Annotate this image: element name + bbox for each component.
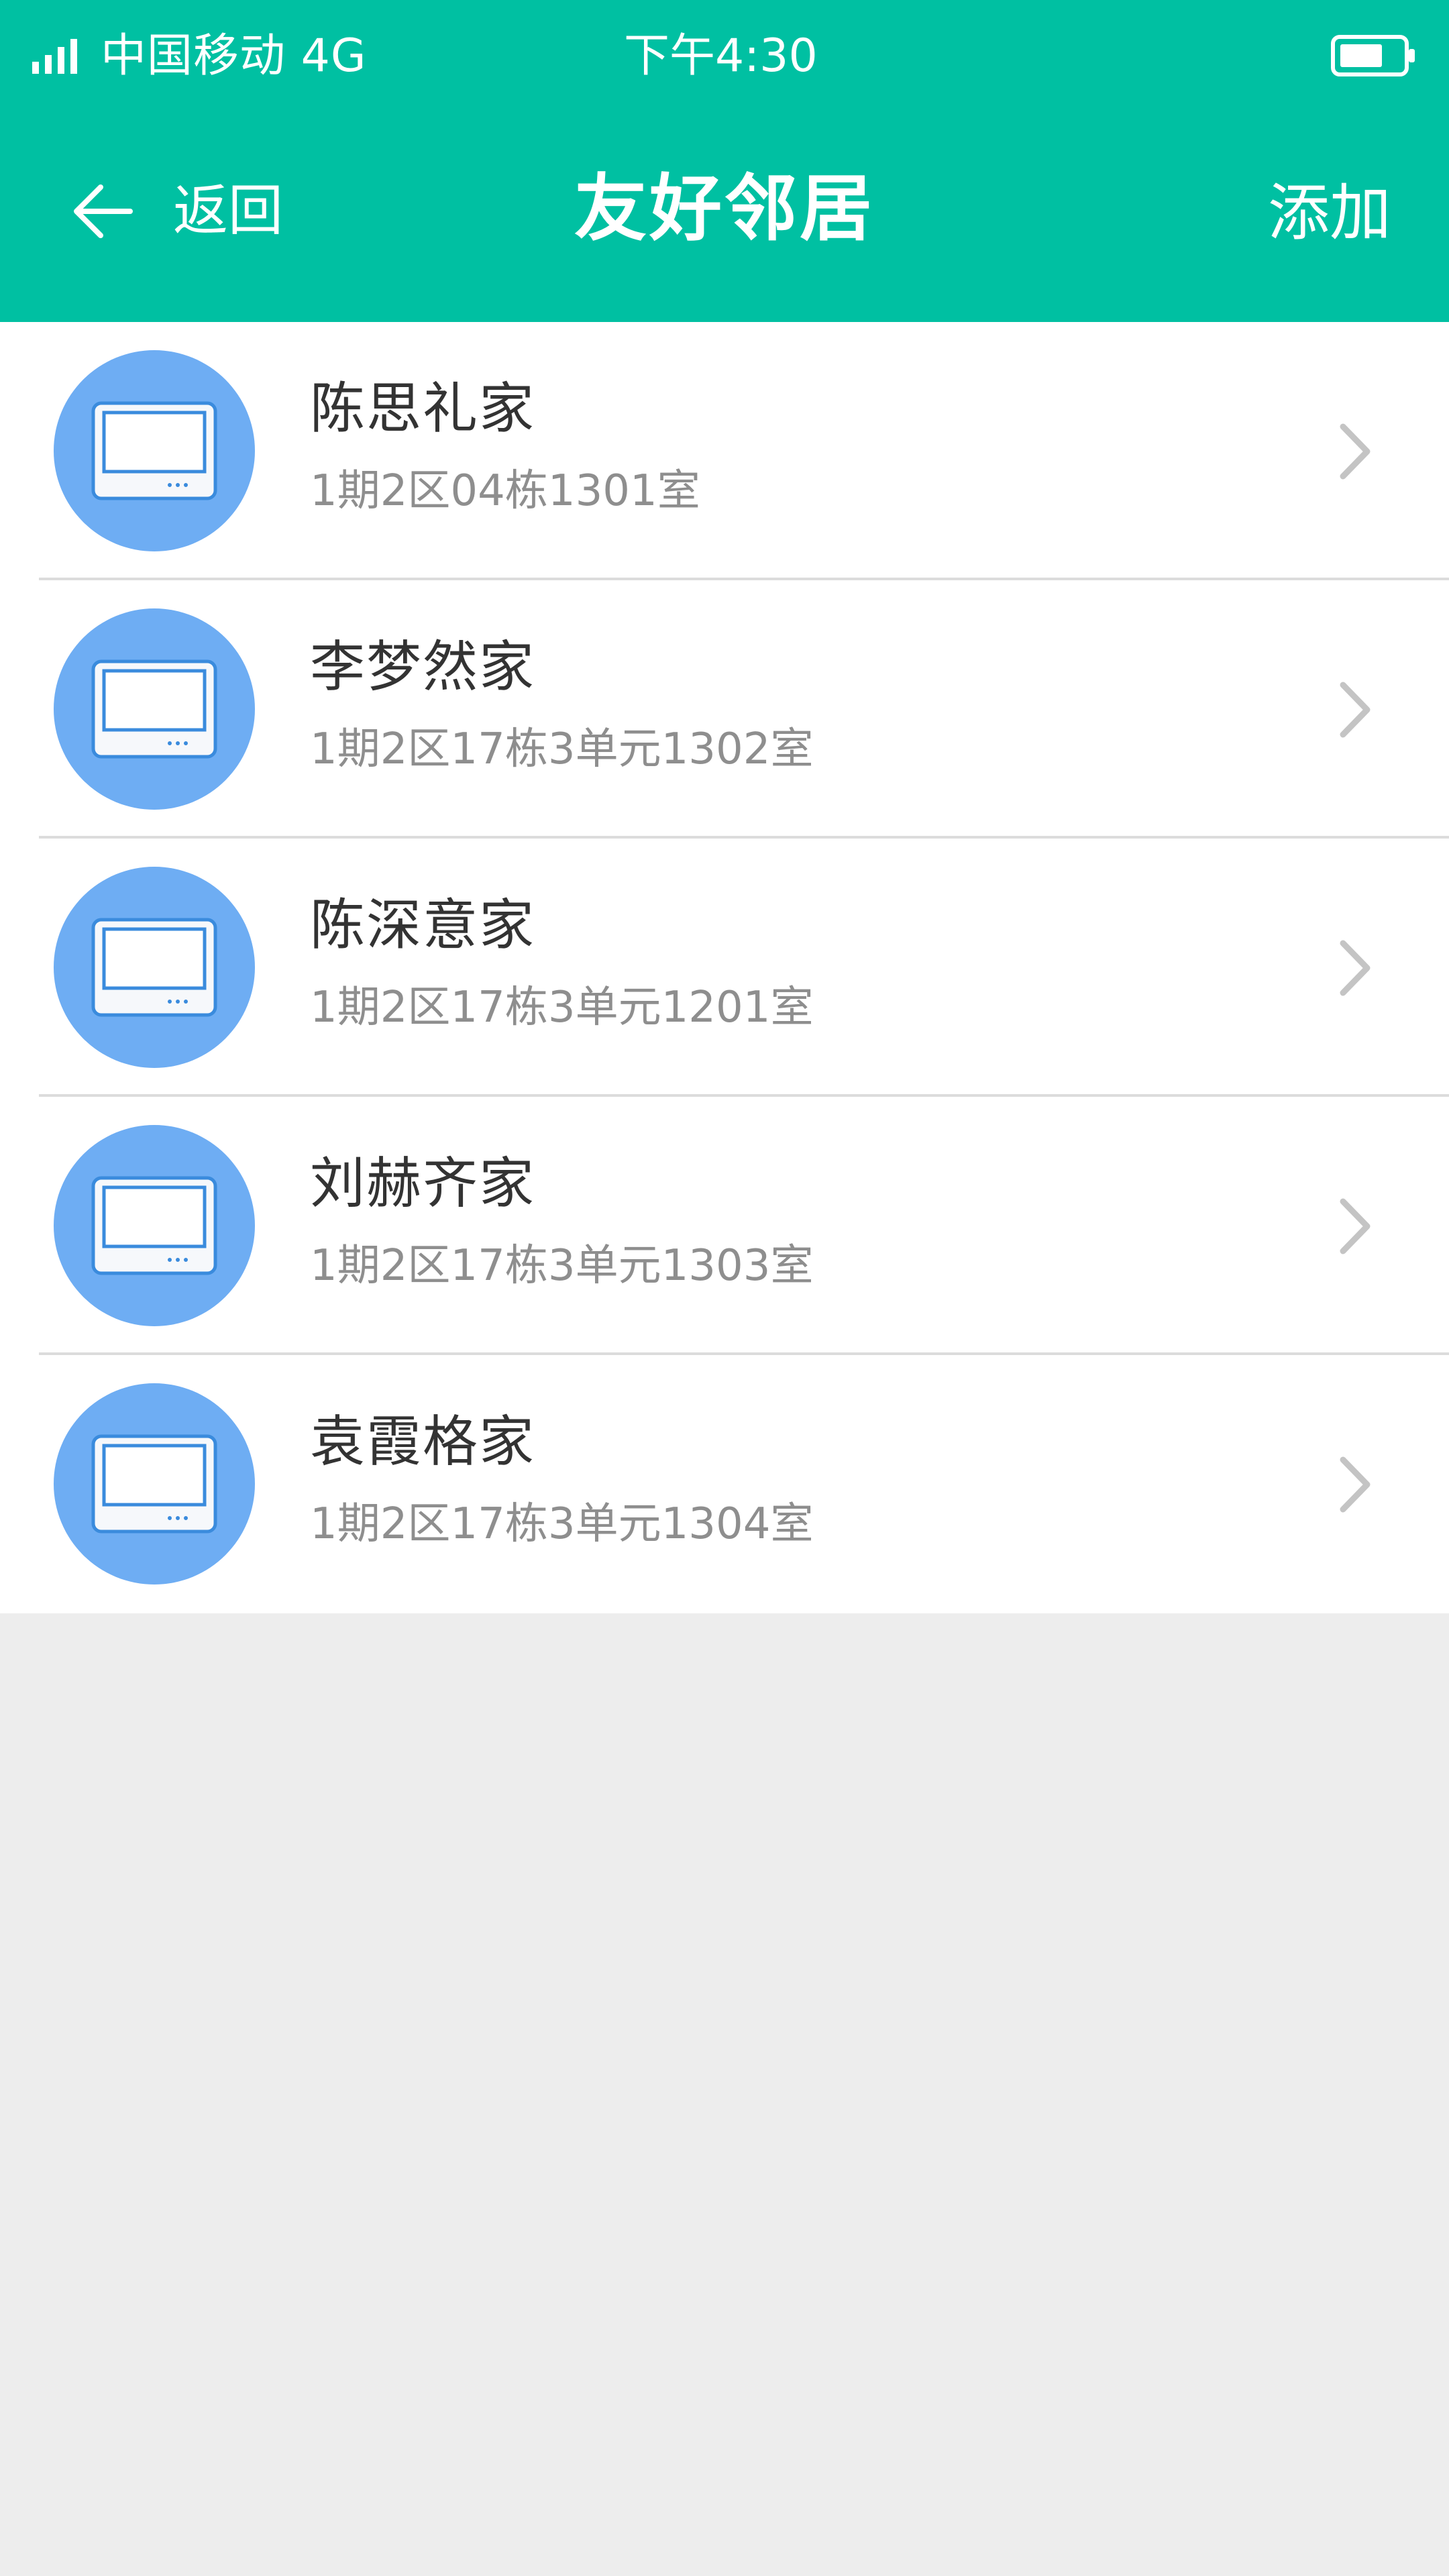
neighbor-address: 1期2区17栋3单元1304室: [310, 1499, 814, 1549]
chevron-right-icon: [1340, 423, 1371, 480]
app-header: 中国移动 4G 下午4:30 返回 友好邻居 添加: [0, 0, 1449, 322]
list-item[interactable]: 李梦然家 1期2区17栋3单元1302室: [0, 580, 1449, 839]
monitor-icon: [91, 1176, 217, 1275]
avatar: [54, 1125, 255, 1326]
neighbor-address: 1期2区04栋1301室: [310, 466, 700, 516]
chevron-right-icon: [1340, 1456, 1371, 1513]
list-item[interactable]: 陈深意家 1期2区17栋3单元1201室: [0, 839, 1449, 1097]
signal-bars-icon: [32, 39, 77, 74]
battery-icon: [1331, 35, 1415, 76]
monitor-icon: [91, 401, 217, 500]
neighbor-name: 陈思礼家: [310, 377, 536, 441]
navigation-bar: 返回 友好邻居 添加: [0, 127, 1449, 295]
neighbor-name: 袁霞格家: [310, 1410, 536, 1474]
avatar: [54, 608, 255, 810]
neighbor-address: 1期2区17栋3单元1201室: [310, 983, 814, 1032]
chevron-right-icon: [1340, 940, 1371, 996]
neighbor-name: 陈深意家: [310, 894, 536, 957]
status-time: 下午4:30: [624, 30, 818, 83]
chevron-right-icon: [1340, 682, 1371, 738]
avatar: [54, 867, 255, 1068]
neighbor-name: 刘赫齐家: [310, 1152, 536, 1216]
avatar: [54, 1383, 255, 1585]
status-bar: 中国移动 4G 下午4:30: [0, 0, 1449, 114]
monitor-icon: [91, 659, 217, 759]
monitor-icon: [91, 1434, 217, 1534]
list-item[interactable]: 陈思礼家 1期2区04栋1301室: [0, 322, 1449, 580]
neighbor-name: 李梦然家: [310, 635, 536, 699]
list-item[interactable]: 袁霞格家 1期2区17栋3单元1304室: [0, 1355, 1449, 1613]
add-button[interactable]: 添加: [1268, 173, 1391, 254]
avatar: [54, 350, 255, 551]
neighbor-list: 陈思礼家 1期2区04栋1301室 李梦然家 1期2区17栋3单元1302室 陈…: [0, 322, 1449, 1613]
neighbor-address: 1期2区17栋3单元1302室: [310, 724, 814, 774]
neighbor-address: 1期2区17栋3单元1303室: [310, 1241, 814, 1291]
chevron-right-icon: [1340, 1198, 1371, 1254]
list-item[interactable]: 刘赫齐家 1期2区17栋3单元1303室: [0, 1097, 1449, 1355]
carrier-label: 中国移动 4G: [101, 30, 367, 83]
page-title: 友好邻居: [574, 167, 875, 251]
monitor-icon: [91, 918, 217, 1017]
